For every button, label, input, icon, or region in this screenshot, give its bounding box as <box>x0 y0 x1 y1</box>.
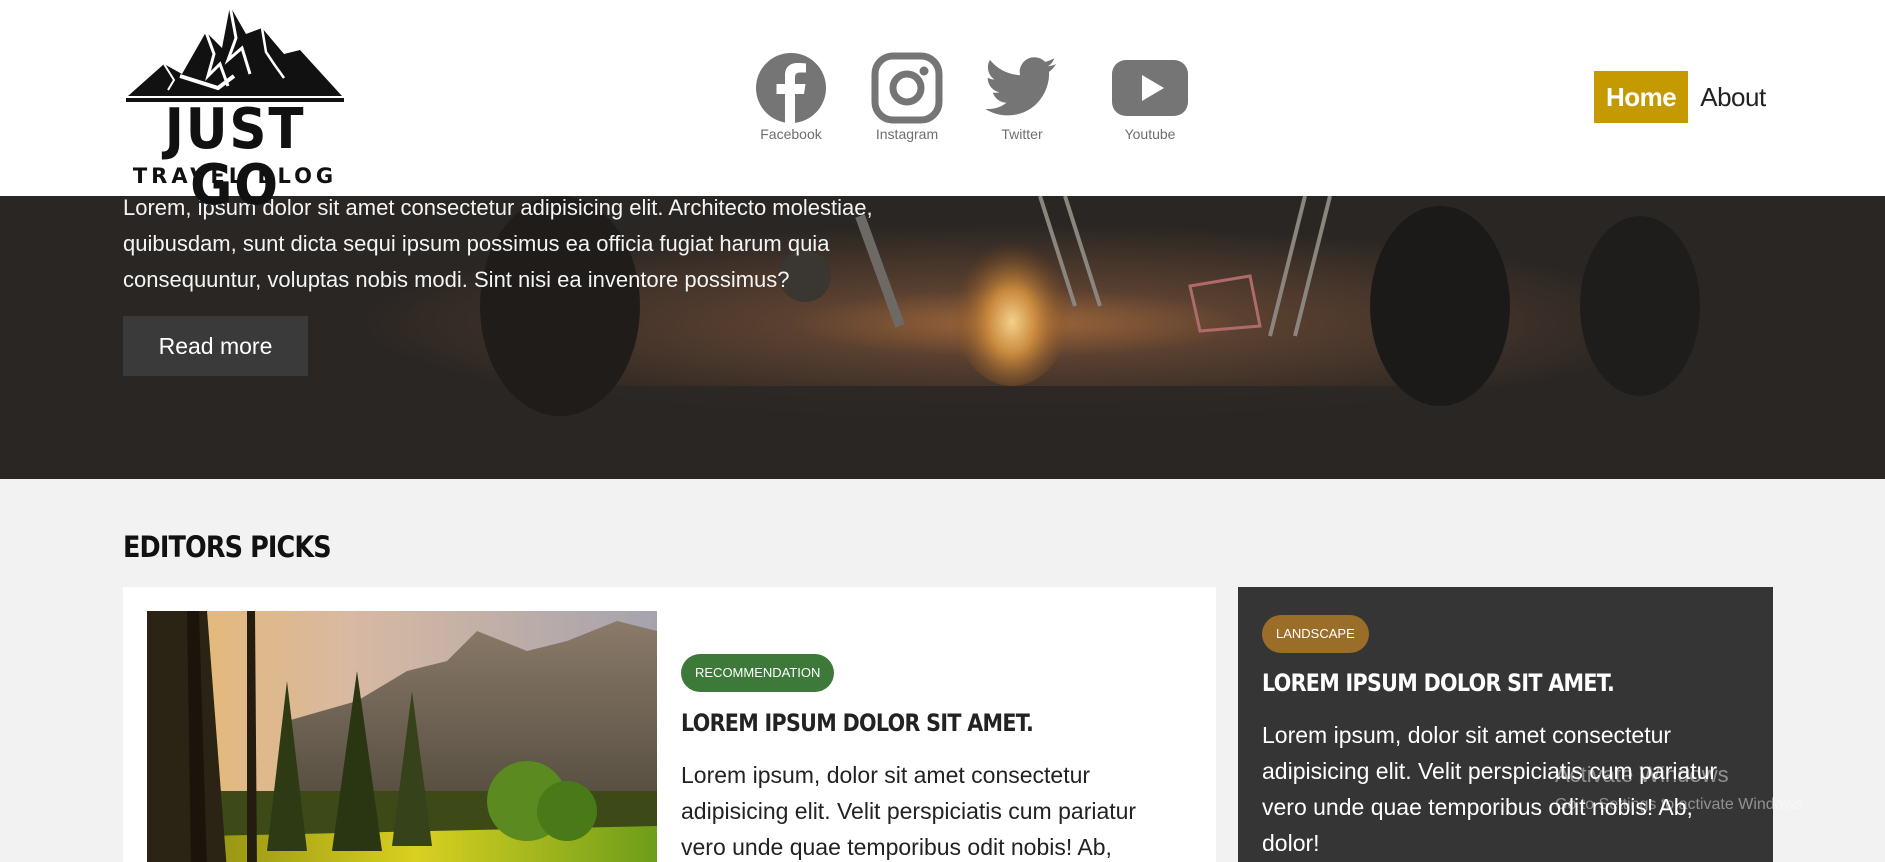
recommendation-tag[interactable]: RECOMMENDATION <box>681 654 835 692</box>
social-label-instagram: Instagram <box>875 126 939 142</box>
featured-post-title[interactable]: LOREM IPSUM DOLOR SIT AMET. <box>681 709 1034 737</box>
forest-landscape-image <box>147 611 657 862</box>
landscape-tag[interactable]: LANDSCAPE <box>1262 615 1369 653</box>
editors-picks-heading: EDITORS PICKS <box>123 530 332 564</box>
social-label-youtube: Youtube <box>1124 126 1176 142</box>
logo-title: JUST GO <box>164 97 306 218</box>
site-header: JUST GO TRAVEL BLOG Facebook Instagram T… <box>0 0 1885 214</box>
nav-about-link[interactable]: About <box>1700 82 1766 113</box>
social-facebook[interactable]: Facebook <box>755 52 827 142</box>
social-instagram[interactable]: Instagram <box>871 52 943 142</box>
side-post-title[interactable]: LOREM IPSUM DOLOR SIT AMET. <box>1262 669 1615 697</box>
logo[interactable]: JUST GO TRAVEL BLOG <box>124 4 346 214</box>
side-post-card[interactable]: LANDSCAPE LOREM IPSUM DOLOR SIT AMET. Lo… <box>1238 587 1773 862</box>
hero-banner: Lorem, ipsum dolor sit amet consectetur … <box>0 196 1885 479</box>
side-post-excerpt: Lorem ipsum, dolor sit amet consectetur … <box>1262 722 1718 856</box>
facebook-icon <box>756 53 826 123</box>
social-label-facebook: Facebook <box>760 126 822 142</box>
twitter-icon <box>986 57 1056 116</box>
logo-subtitle: TRAVEL BLOG <box>132 164 338 188</box>
featured-post-excerpt: Lorem ipsum, dolor sit amet consectetur … <box>681 762 1137 860</box>
instagram-icon <box>871 52 943 124</box>
read-more-button[interactable]: Read more <box>123 316 308 376</box>
featured-post-card[interactable]: RECOMMENDATION LOREM IPSUM DOLOR SIT AME… <box>123 587 1216 862</box>
main-nav: Home About <box>1594 71 1766 123</box>
nav-home-link[interactable]: Home <box>1594 71 1689 123</box>
social-youtube[interactable]: Youtube <box>1111 52 1189 142</box>
social-label-twitter: Twitter <box>1001 126 1043 142</box>
youtube-icon <box>1112 60 1188 116</box>
social-twitter[interactable]: Twitter <box>986 52 1058 142</box>
